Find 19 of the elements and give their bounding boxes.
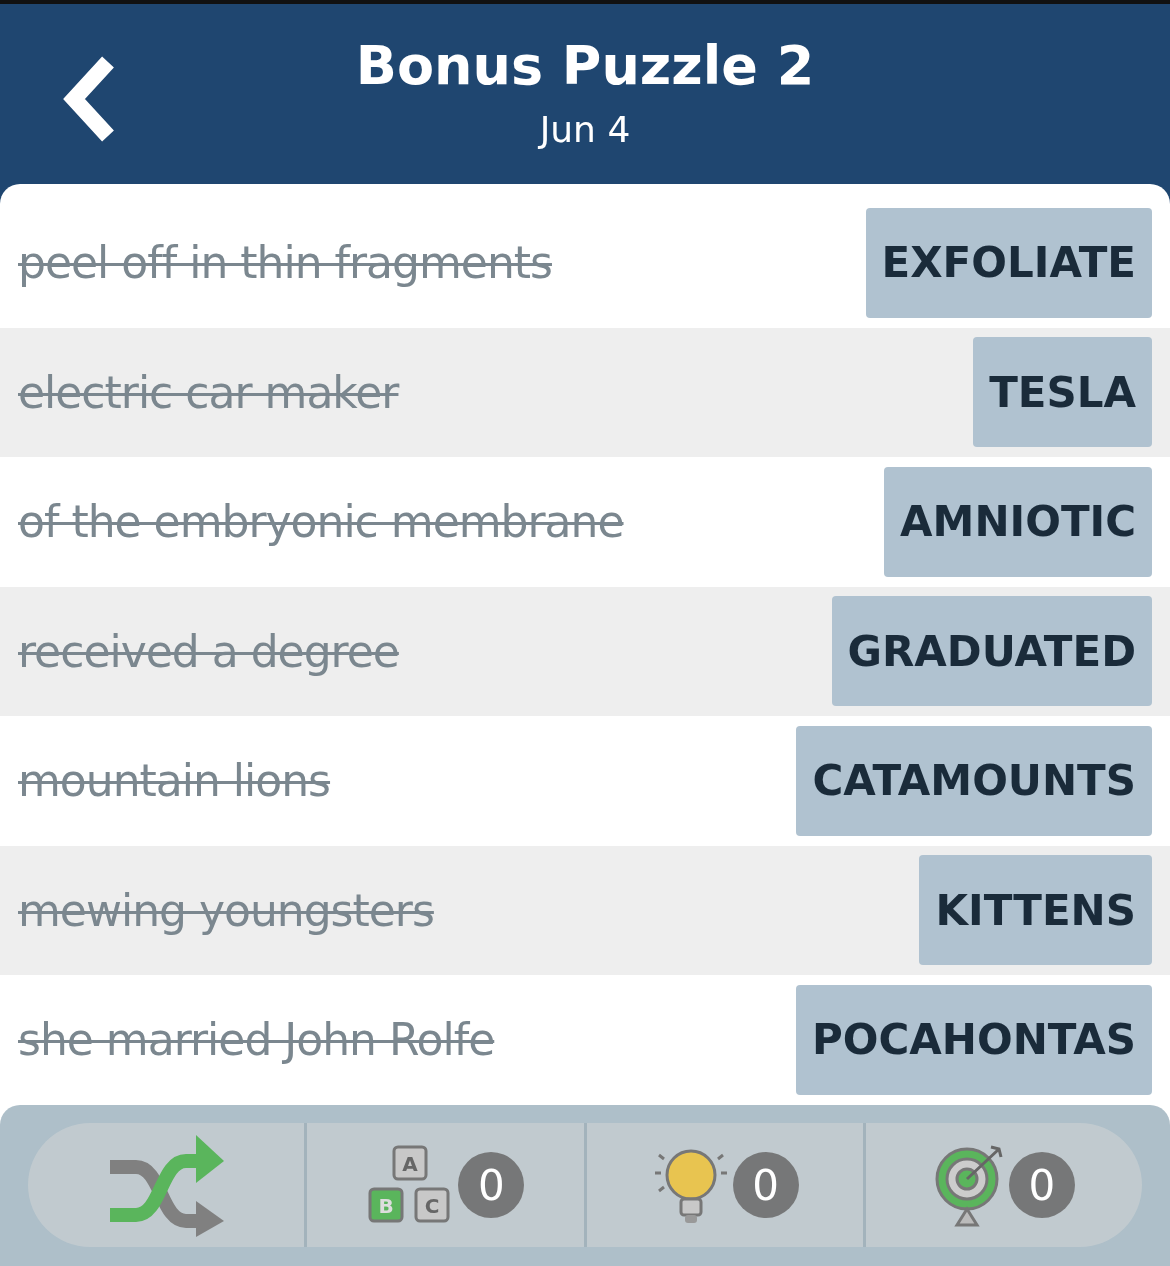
answer-tile: GRADUATED — [831, 596, 1152, 707]
count-badge: 0 — [1008, 1152, 1075, 1219]
answer-tile: TESLA — [973, 337, 1152, 448]
answer-tile: POCAHONTAS — [796, 984, 1152, 1095]
clue-text: peel off in thin fragments — [18, 237, 552, 289]
puzzle-title: Bonus Puzzle 2 — [355, 33, 815, 99]
clue-text: she married John Rolfe — [18, 1014, 495, 1066]
answer-tile: KITTENS — [919, 855, 1152, 966]
clue-text: mountain lions — [18, 755, 331, 807]
clue-text: received a degree — [18, 625, 399, 677]
clue-text: of the embryonic membrane — [18, 496, 624, 548]
puzzle-date: Jun 4 — [539, 108, 631, 152]
count-badge: 0 — [458, 1152, 525, 1219]
answer-tile: CATAMOUNTS — [796, 725, 1152, 836]
answer-tile: AMNIOTIC — [884, 466, 1152, 577]
clue-text: mewing youngsters — [18, 884, 434, 936]
count-badge: 0 — [732, 1152, 799, 1219]
clue-text: electric car maker — [18, 366, 399, 418]
answer-tile: EXFOLIATE — [865, 207, 1152, 318]
